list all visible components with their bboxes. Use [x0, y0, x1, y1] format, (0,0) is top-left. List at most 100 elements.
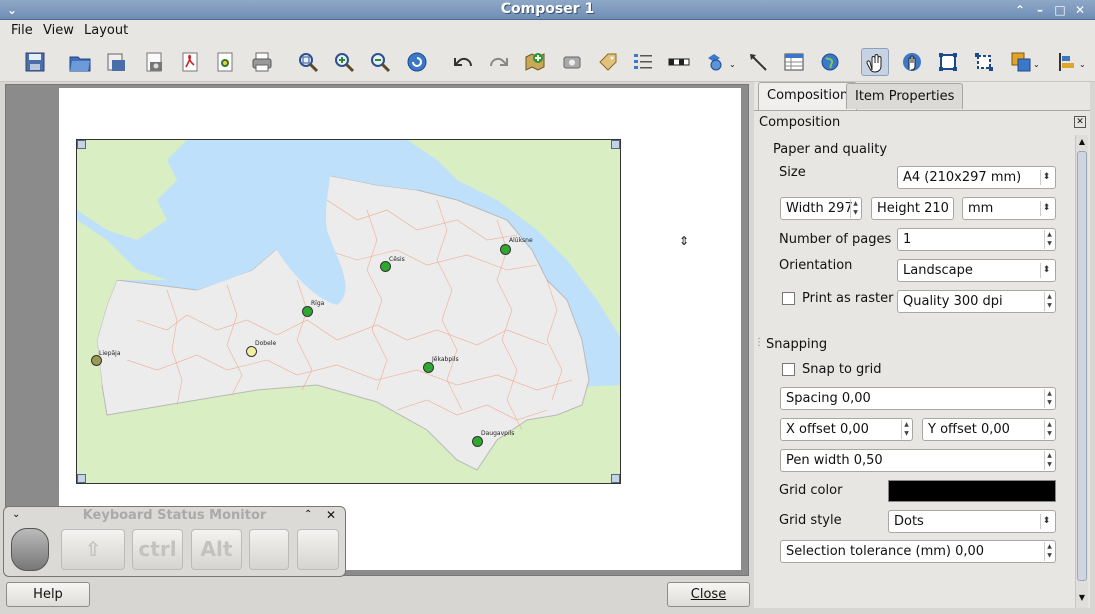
add-label-icon[interactable] [594, 48, 622, 76]
height-spinbox[interactable]: Height 210 [871, 197, 954, 220]
raise-dropdown-icon[interactable]: ⌄ [1033, 60, 1040, 69]
export-pdf-icon[interactable] [176, 48, 204, 76]
city-marker [500, 244, 511, 255]
zoom-full-icon[interactable] [294, 48, 322, 76]
grid-color-button[interactable] [888, 480, 1056, 502]
size-label: Size [779, 165, 806, 180]
scrollbar-thumb[interactable] [1077, 151, 1087, 581]
city-label: Alūksne [509, 237, 533, 244]
panel-header: Composition [759, 115, 841, 130]
add-scalebar-icon[interactable] [665, 48, 693, 76]
shade-icon[interactable]: ⌃ [1012, 2, 1028, 18]
raise-items-icon[interactable] [1007, 48, 1035, 76]
zoom-in-icon[interactable] [330, 48, 358, 76]
add-arrow-icon[interactable] [744, 48, 772, 76]
snap-grid-label: Snap to grid [802, 362, 882, 377]
print-icon[interactable] [248, 48, 276, 76]
grid-style-label: Grid style [779, 513, 842, 528]
orientation-select[interactable]: Landscape ⬍ [897, 259, 1056, 282]
quality-spinbox[interactable]: Quality 300 dpi ▲ ▼ [897, 290, 1056, 313]
print-raster-label: Print as raster [802, 291, 894, 306]
xoffset-spinbox[interactable]: X offset 0,00 ▲ ▼ [780, 418, 913, 441]
grid-style-select[interactable]: Dots ⬍ [888, 510, 1056, 533]
width-spinbox[interactable]: Width 297 ▲ ▼ [780, 197, 862, 220]
ungroup-icon[interactable] [970, 48, 998, 76]
city-label: Daugavpils [481, 430, 515, 437]
add-legend-icon[interactable] [629, 48, 657, 76]
shape-dropdown-icon[interactable]: ⌄ [729, 60, 736, 69]
snapping-section-title: Snapping [766, 337, 828, 352]
maximize-icon[interactable]: □ [1052, 2, 1068, 18]
city-marker [302, 306, 313, 317]
align-dropdown-icon[interactable]: ⌄ [1079, 60, 1086, 69]
title-bar: ⌄ Composer 1 ⌃ – □ ✕ [0, 0, 1095, 20]
tolerance-spinbox[interactable]: Selection tolerance (mm) 0,00 ▲ ▼ [780, 540, 1056, 563]
redo-icon[interactable] [485, 48, 513, 76]
keyboard-status-monitor[interactable]: ⌄ Keyboard Status Monitor ⌃ ✕ ⇧ ctrl Alt [3, 506, 346, 577]
tab-divider [754, 110, 1090, 111]
mouse-icon [11, 528, 49, 571]
city-marker [423, 362, 434, 373]
pages-spinbox[interactable]: 1 ▲ ▼ [897, 228, 1056, 251]
refresh-icon[interactable] [403, 48, 431, 76]
panel-close-icon[interactable]: ✕ [1074, 116, 1086, 128]
menu-bar: File View Layout [0, 20, 1095, 42]
ksm-shade-icon[interactable]: ⌃ [304, 509, 312, 520]
resize-handle-top-right[interactable] [611, 140, 620, 149]
tab-composition[interactable]: Composition [758, 82, 858, 110]
close-button[interactable]: Close [667, 582, 750, 607]
splitter-handle-icon[interactable]: ⋮ [754, 337, 764, 348]
ksm-close-icon[interactable]: ✕ [326, 508, 336, 522]
ctrl-key: ctrl [132, 529, 183, 570]
cursor-icon: ⇕ [679, 234, 690, 248]
menu-layout[interactable]: Layout [84, 23, 128, 38]
shift-key: ⇧ [61, 529, 125, 570]
resize-handle-bottom-left[interactable] [77, 474, 86, 483]
add-table-icon[interactable] [780, 48, 808, 76]
city-label: Rīga [311, 300, 325, 307]
add-shape-icon[interactable] [702, 48, 730, 76]
add-html-icon[interactable] [816, 48, 844, 76]
snap-grid-checkbox[interactable] [782, 363, 795, 376]
city-label: Dobele [255, 340, 277, 347]
add-map-icon[interactable] [521, 48, 549, 76]
export-image-icon[interactable] [140, 48, 168, 76]
spacing-spinbox[interactable]: Spacing 0,00 ▲ ▼ [780, 387, 1056, 410]
save-icon[interactable] [21, 48, 49, 76]
export-svg-icon[interactable] [211, 48, 239, 76]
panel-scrollbar[interactable]: ▲ ▼ [1075, 135, 1088, 608]
paper-section-title: Paper and quality [773, 142, 888, 157]
modifier-key [249, 529, 289, 570]
zoom-out-icon[interactable] [366, 48, 394, 76]
help-button[interactable]: Help [6, 582, 90, 607]
open-template-icon[interactable] [66, 48, 94, 76]
scroll-down-icon[interactable]: ▼ [1077, 593, 1087, 605]
menu-view[interactable]: View [43, 23, 74, 38]
pen-width-spinbox[interactable]: Pen width 0,50 ▲ ▼ [780, 449, 1056, 472]
align-items-icon[interactable] [1053, 48, 1081, 76]
resize-handle-bottom-right[interactable] [611, 474, 620, 483]
city-marker [472, 436, 483, 447]
add-image-icon[interactable] [558, 48, 586, 76]
map-item[interactable]: Alūksne Cēsis Rīga Liepāja Dobele Jēkabp… [76, 139, 621, 484]
print-raster-checkbox[interactable] [782, 292, 795, 305]
scroll-up-icon[interactable]: ▲ [1077, 137, 1087, 149]
save-template-icon[interactable] [102, 48, 130, 76]
toolbar: ⌄ ⌄ ⌄ [0, 42, 1095, 82]
close-icon[interactable]: ✕ [1072, 2, 1088, 18]
select-move-icon[interactable] [861, 48, 889, 76]
minimize-icon[interactable]: – [1032, 2, 1048, 18]
orientation-label: Orientation [779, 258, 853, 273]
resize-handle-top-left[interactable] [77, 140, 86, 149]
composition-panel: Composition Item Properties Composition … [754, 82, 1090, 608]
yoffset-spinbox[interactable]: Y offset 0,00 ▲ ▼ [922, 418, 1056, 441]
menu-file[interactable]: File [11, 23, 33, 38]
group-icon[interactable] [934, 48, 962, 76]
ksm-title: Keyboard Status Monitor [82, 508, 267, 523]
tab-item-properties[interactable]: Item Properties [846, 83, 964, 109]
unit-select[interactable]: mm ⬍ [962, 197, 1056, 220]
size-select[interactable]: A4 (210x297 mm) ⬍ [897, 166, 1056, 189]
move-content-icon[interactable] [898, 48, 926, 76]
city-label: Cēsis [389, 256, 405, 263]
undo-icon[interactable] [449, 48, 477, 76]
